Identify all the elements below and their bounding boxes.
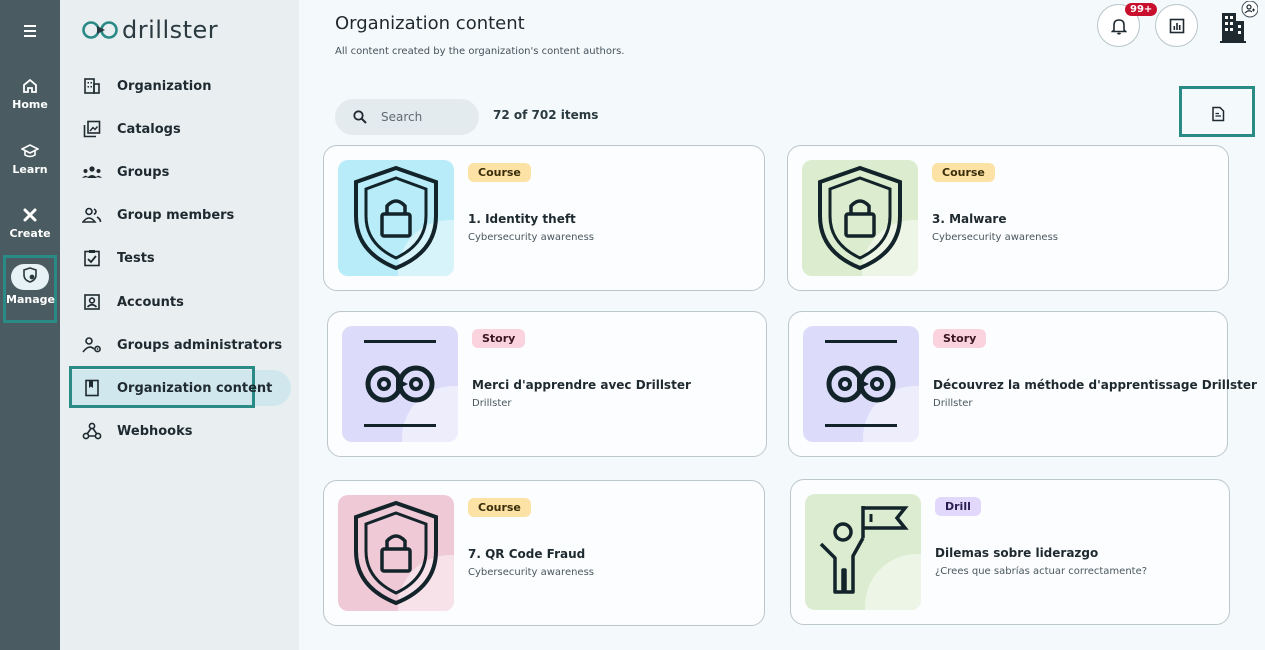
card-subtitle: Drillster (472, 398, 512, 409)
item-count: 72 of 702 items (493, 108, 599, 122)
sidebar-item-catalogs[interactable]: Catalogs (82, 114, 181, 144)
account-box-icon (82, 292, 102, 312)
rail-item-label: Manage (6, 293, 55, 306)
person-gear-icon (82, 335, 102, 355)
rail-item-label: Create (9, 227, 51, 240)
sidebar-item-label: Group members (117, 207, 235, 223)
notification-badge: 99+ (1125, 3, 1158, 16)
content-card[interactable]: Story Merci d'apprendre avec Drillster D… (327, 311, 767, 457)
sidebar-item-groups[interactable]: Groups (82, 157, 169, 187)
shield-lock-icon (354, 165, 454, 276)
office-building-icon (1220, 0, 1259, 43)
page-subtitle: All content created by the organization'… (335, 46, 625, 57)
card-subtitle: Drillster (933, 398, 973, 409)
chart-box-icon (1169, 18, 1184, 33)
card-title: Merci d'apprendre avec Drillster (472, 378, 691, 392)
card-subtitle: Cybersecurity awareness (468, 232, 595, 243)
sidebar-item-groups-administrators[interactable]: Groups administrators (82, 330, 282, 360)
card-type-badge: Story (472, 329, 526, 348)
content-card[interactable]: Story Découvrez la méthode d'apprentissa… (788, 311, 1257, 457)
sidebar-item-organization[interactable]: Organization (82, 71, 211, 101)
sidebar-item-label: Tests (117, 250, 155, 266)
sidebar-item-tests[interactable]: Tests (82, 243, 155, 273)
card-title: 3. Malware (932, 212, 1007, 226)
content-card[interactable]: Course 7. QR Code Fraud Cybersecurity aw… (323, 480, 765, 626)
search-input[interactable] (381, 110, 471, 124)
sidebar-item-label: Organization content (117, 380, 273, 396)
page-title: Organization content (335, 13, 525, 34)
book-bookmark-icon (82, 378, 102, 398)
clipboard-check-icon (82, 248, 102, 268)
sidebar-item-label: Organization (117, 78, 212, 94)
search-icon (353, 110, 367, 124)
shield-settings-icon (23, 267, 37, 283)
content-card[interactable]: Course 3. Malware Cybersecurity awarenes… (787, 145, 1229, 291)
card-type-badge: Course (932, 163, 995, 182)
card-thumbnail (342, 326, 458, 442)
card-subtitle: Cybersecurity awareness (932, 232, 1059, 243)
brand-logo[interactable]: drillster (82, 14, 218, 46)
home-icon (23, 78, 37, 93)
card-thumbnail (802, 160, 918, 276)
sidebar-item-label: Catalogs (117, 121, 181, 137)
reports-button[interactable] (1155, 4, 1198, 47)
sidebar-item-group-members[interactable]: Group members (82, 200, 234, 230)
organization-avatar[interactable] (1212, 0, 1259, 47)
sidebar-item-accounts[interactable]: Accounts (82, 287, 184, 317)
groups-icon (82, 162, 102, 182)
card-type-badge: Course (468, 163, 531, 182)
card-title: Découvrez la méthode d'apprentissage Dri… (933, 378, 1257, 392)
card-title: 1. Identity theft (468, 212, 576, 226)
photo-library-icon (82, 119, 102, 139)
graduation-cap-icon (21, 144, 39, 158)
tools-icon (23, 208, 37, 222)
sidebar-item-label: Accounts (117, 294, 184, 310)
rail-item-learn[interactable]: Learn (0, 143, 60, 176)
card-type-badge: Drill (935, 497, 981, 516)
card-title: 7. QR Code Fraud (468, 547, 586, 561)
person-flag-icon (819, 506, 921, 610)
rail-item-label: Home (12, 98, 48, 111)
app-rail: Home Learn Create Manage (0, 0, 60, 650)
content-card[interactable]: Drill Dilemas sobre liderazgo ¿Crees que… (790, 479, 1230, 625)
people-outline-icon (82, 205, 102, 225)
drillster-logo-icon (364, 340, 458, 442)
card-type-badge: Course (468, 498, 531, 517)
rail-item-manage[interactable]: Manage (3, 255, 57, 323)
sidebar-item-label: Groups administrators (117, 337, 283, 353)
export-button[interactable] (1179, 86, 1255, 137)
brand-name: drillster (122, 16, 219, 44)
shield-lock-icon (354, 500, 454, 611)
search-box[interactable] (335, 99, 479, 135)
card-thumbnail (805, 494, 921, 610)
card-subtitle: ¿Crees que sabrías actuar correctamente? (935, 566, 1148, 577)
building-icon (82, 76, 102, 96)
file-export-icon (1212, 106, 1225, 121)
sidebar-item-organization-content[interactable]: Organization content (82, 373, 272, 403)
sidebar: drillster Organization Catalogs Groups G… (60, 0, 299, 650)
card-subtitle: Cybersecurity awareness (468, 567, 595, 578)
card-type-badge: Story (933, 329, 987, 348)
rail-item-home[interactable]: Home (0, 78, 60, 111)
card-title: Dilemas sobre liderazgo (935, 546, 1099, 560)
content-card[interactable]: Course 1. Identity theft Cybersecurity a… (323, 145, 765, 291)
sidebar-item-label: Webhooks (117, 423, 193, 439)
webhook-icon (82, 421, 102, 441)
sidebar-item-label: Groups (117, 164, 170, 180)
sidebar-item-webhooks[interactable]: Webhooks (82, 416, 193, 446)
menu-icon[interactable] (18, 22, 42, 40)
rail-item-label: Learn (12, 163, 48, 176)
bell-icon (1110, 18, 1127, 35)
card-thumbnail (803, 326, 919, 442)
card-thumbnail (338, 495, 454, 611)
drillster-logo-icon (82, 21, 118, 39)
drillster-logo-icon (825, 340, 919, 442)
rail-item-create[interactable]: Create (0, 207, 60, 240)
shield-lock-icon (818, 165, 918, 276)
card-thumbnail (338, 160, 454, 276)
